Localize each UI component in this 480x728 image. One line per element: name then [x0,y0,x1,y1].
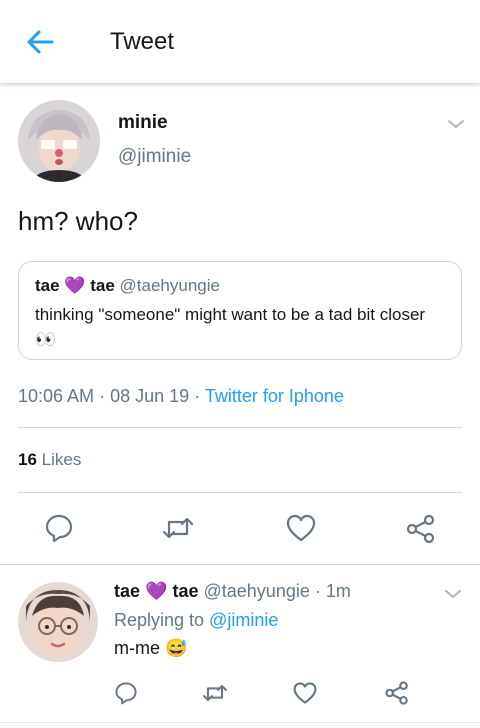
quoted-text: thinking "someone" might want to be a ta… [35,305,426,324]
avatar[interactable] [18,100,100,182]
purple-heart-emoji: 💜 [64,276,86,295]
reply-author-name-2[interactable]: tae [172,581,198,601]
reply-separator: · [314,581,321,601]
tweet-timestamp: 10:06 AM · 08 Jun 19 · Twitter for Iphon… [18,386,344,407]
tweet-date: 08 Jun 19 [110,386,190,406]
quoted-author-name-2: tae [90,276,115,295]
retweet-icon[interactable] [160,513,196,543]
top-bar: Tweet [0,0,480,84]
tweet-text: hm? who? [18,206,138,236]
reply-author-handle[interactable]: @taehyungie [204,581,310,601]
meta-separator: · [194,386,201,406]
quoted-author-handle: @taehyungie [119,276,220,295]
reply-icon[interactable] [114,681,138,705]
quoted-tweet-text: thinking "someone" might want to be a ta… [35,302,445,352]
replying-to-label: Replying to [114,610,205,630]
purple-heart-emoji: 💜 [145,581,168,601]
reply-body: m-me [114,638,160,658]
share-icon[interactable] [405,513,437,545]
tweet-time: 10:06 AM [18,386,95,406]
meta-separator: · [99,386,106,406]
author-handle[interactable]: @jiminie [118,146,191,168]
quoted-tweet[interactable]: tae 💜 tae @taehyungie thinking "someone"… [18,261,462,360]
section-separator [0,564,480,565]
like-heart-icon[interactable] [285,513,317,543]
quoted-tweet-header: tae 💜 tae @taehyungie [35,276,220,296]
retweet-icon[interactable] [201,681,229,705]
reply-text: m-me 😅 [114,638,187,659]
chevron-down-icon[interactable] [443,587,463,601]
reply-header: tae 💜 tae @taehyungie · 1m [114,581,351,602]
sweat-smile-emoji: 😅 [165,638,188,658]
reply-time: 1m [325,581,351,601]
like-heart-icon[interactable] [292,681,318,705]
page-title: Tweet [110,28,175,55]
back-arrow-icon[interactable] [22,26,58,58]
divider [0,722,480,723]
quoted-author-name: tae [35,276,60,295]
author-name[interactable]: minie [118,112,168,134]
eyes-emoji: 👀 [35,330,57,349]
divider [18,492,462,493]
reply-author-name[interactable]: tae [114,581,140,601]
tweet-source-link[interactable]: Twitter for Iphone [205,386,344,406]
likes-label: Likes [41,450,82,469]
likes-count[interactable]: 16 Likes [18,450,81,470]
likes-number: 16 [18,450,37,469]
replying-to: Replying to @jiminie [114,610,278,631]
share-icon[interactable] [384,680,410,706]
reply-avatar[interactable] [18,582,98,662]
chevron-down-icon[interactable] [446,117,466,131]
reply-icon[interactable] [44,513,74,543]
divider [18,427,462,428]
replying-to-mention[interactable]: @jiminie [209,610,278,630]
